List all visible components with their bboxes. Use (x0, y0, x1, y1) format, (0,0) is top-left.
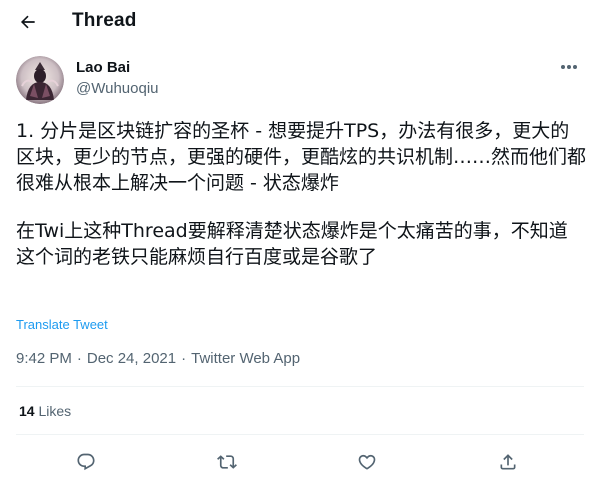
translate-tweet-link[interactable]: Translate Tweet (16, 317, 108, 332)
tweet-paragraph: 在Twi上这种Thread要解释清楚状态爆炸是个太痛苦的事，不知道这个词的老铁只… (16, 220, 568, 268)
tweet-source[interactable]: Twitter Web App (191, 350, 300, 367)
retweet-button[interactable] (213, 449, 241, 475)
divider (16, 386, 584, 387)
more-options-button[interactable] (556, 56, 582, 78)
tweet-time[interactable]: 9:42 PM (16, 350, 72, 367)
back-button[interactable] (14, 8, 42, 36)
author-name[interactable]: Lao Bai (76, 59, 130, 76)
likes-stat[interactable]: 14 Likes (19, 403, 71, 419)
heart-icon (357, 452, 377, 472)
page-title: Thread (72, 10, 137, 31)
tweet-meta: 9:42 PM · Dec 24, 2021 · Twitter Web App (16, 350, 300, 367)
avatar[interactable] (16, 56, 64, 104)
like-button[interactable] (353, 449, 381, 475)
tweet-date[interactable]: Dec 24, 2021 (87, 350, 176, 367)
divider (16, 434, 584, 435)
header-bar: Thread (0, 0, 600, 44)
meta-separator: · (76, 350, 82, 367)
likes-label: Likes (38, 403, 72, 419)
meta-separator: · (181, 350, 187, 367)
reply-button[interactable] (72, 449, 100, 475)
reply-icon (76, 452, 96, 472)
share-button[interactable] (494, 449, 522, 475)
more-dots-icon (560, 64, 578, 70)
tweet-text: 1. 分片是区块链扩容的圣杯 - 想要提升TPS，办法有很多，更大的区块，更少的… (16, 118, 586, 270)
tweet-paragraph: 1. 分片是区块链扩容的圣杯 - 想要提升TPS，办法有很多，更大的区块，更少的… (16, 120, 587, 194)
likes-count: 14 (19, 403, 35, 419)
author-handle[interactable]: @Wuhuoqiu (76, 80, 159, 97)
arrow-left-icon (18, 12, 38, 32)
share-icon (498, 452, 518, 472)
retweet-icon (217, 452, 237, 472)
